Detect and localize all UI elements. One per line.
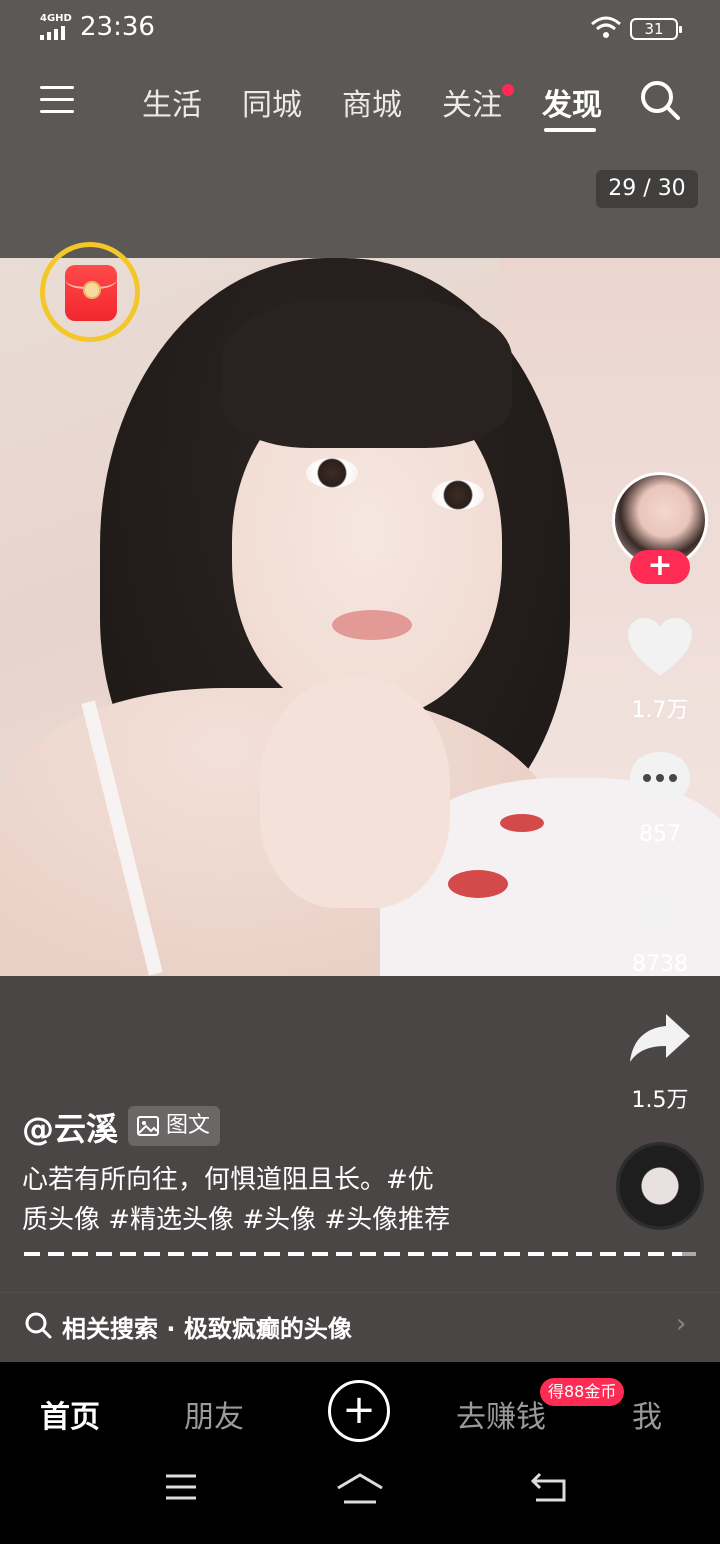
- image-icon: [137, 1116, 159, 1136]
- recent-apps-icon[interactable]: [164, 1472, 198, 1502]
- network-type: 4GHD: [40, 13, 72, 24]
- related-search-text: 相关搜索 · 极致疯癫的头像: [62, 1315, 352, 1343]
- tab-following[interactable]: 关注: [442, 80, 502, 124]
- nav-me[interactable]: 我: [632, 1392, 662, 1436]
- chevron-right-icon: ›: [676, 1309, 687, 1339]
- related-search-bar[interactable]: 相关搜索 · 极致疯癫的头像 ›: [0, 1292, 720, 1362]
- caption-line: 心若有所向往，何惧道阻且长。#优: [22, 1165, 434, 1195]
- follow-button[interactable]: +: [630, 550, 690, 584]
- tab-local[interactable]: 同城: [242, 80, 302, 124]
- post-type-label: 图文: [166, 1113, 211, 1138]
- post-caption: 心若有所向往，何惧道阻且长。#优 质头像 #精选头像 #头像 #头像推荐: [22, 1160, 522, 1240]
- menu-icon[interactable]: [40, 84, 74, 116]
- like-count: 1.7万: [631, 698, 689, 723]
- image-progress-bar[interactable]: [24, 1252, 696, 1256]
- nav-earn[interactable]: 去赚钱: [456, 1392, 546, 1436]
- star-icon[interactable]: [626, 878, 694, 942]
- tab-life[interactable]: 生活: [142, 80, 202, 124]
- tab-discover[interactable]: 发现: [542, 80, 602, 124]
- status-bar: 4GHD 23:36 31: [0, 0, 720, 58]
- progress-remaining: [682, 1252, 696, 1256]
- author-name[interactable]: @云溪: [22, 1104, 118, 1150]
- active-tab-indicator: [544, 128, 596, 132]
- battery-icon: 31: [630, 18, 682, 40]
- music-disc-icon[interactable]: [616, 1142, 704, 1230]
- back-icon[interactable]: [530, 1472, 568, 1502]
- bottom-nav: 首页 朋友 + 去赚钱 得88金币 我: [0, 1362, 720, 1544]
- favorite-count: 8738: [632, 952, 688, 977]
- home-icon[interactable]: [336, 1472, 384, 1506]
- tab-mall[interactable]: 商城: [342, 80, 402, 124]
- share-count: 1.5万: [631, 1088, 689, 1113]
- signal-icon: [40, 26, 68, 40]
- clock: 23:36: [80, 12, 155, 42]
- caption-line: 质头像 #精选头像 #头像 #头像推荐: [22, 1205, 451, 1235]
- earn-badge: 得88金币: [540, 1378, 625, 1406]
- notification-dot: [502, 84, 514, 96]
- post-image[interactable]: [0, 258, 720, 976]
- post-type-badge: 图文: [128, 1106, 221, 1146]
- heart-icon[interactable]: [626, 616, 694, 680]
- create-button[interactable]: +: [328, 1380, 390, 1442]
- image-counter: 29 / 30: [596, 170, 698, 208]
- nav-friends[interactable]: 朋友: [184, 1392, 244, 1436]
- comment-count: 857: [639, 822, 681, 847]
- app-screen: 4GHD 23:36 31 生活 同城 商城 关注 发现 29 / 30 + 1…: [0, 0, 720, 1544]
- nav-home[interactable]: 首页: [40, 1392, 100, 1436]
- comment-icon[interactable]: [626, 748, 694, 812]
- search-icon: [25, 1312, 52, 1339]
- wifi-icon: [591, 16, 621, 38]
- search-icon[interactable]: [638, 78, 682, 122]
- red-packet-icon[interactable]: [40, 242, 140, 342]
- share-icon[interactable]: [626, 1010, 694, 1066]
